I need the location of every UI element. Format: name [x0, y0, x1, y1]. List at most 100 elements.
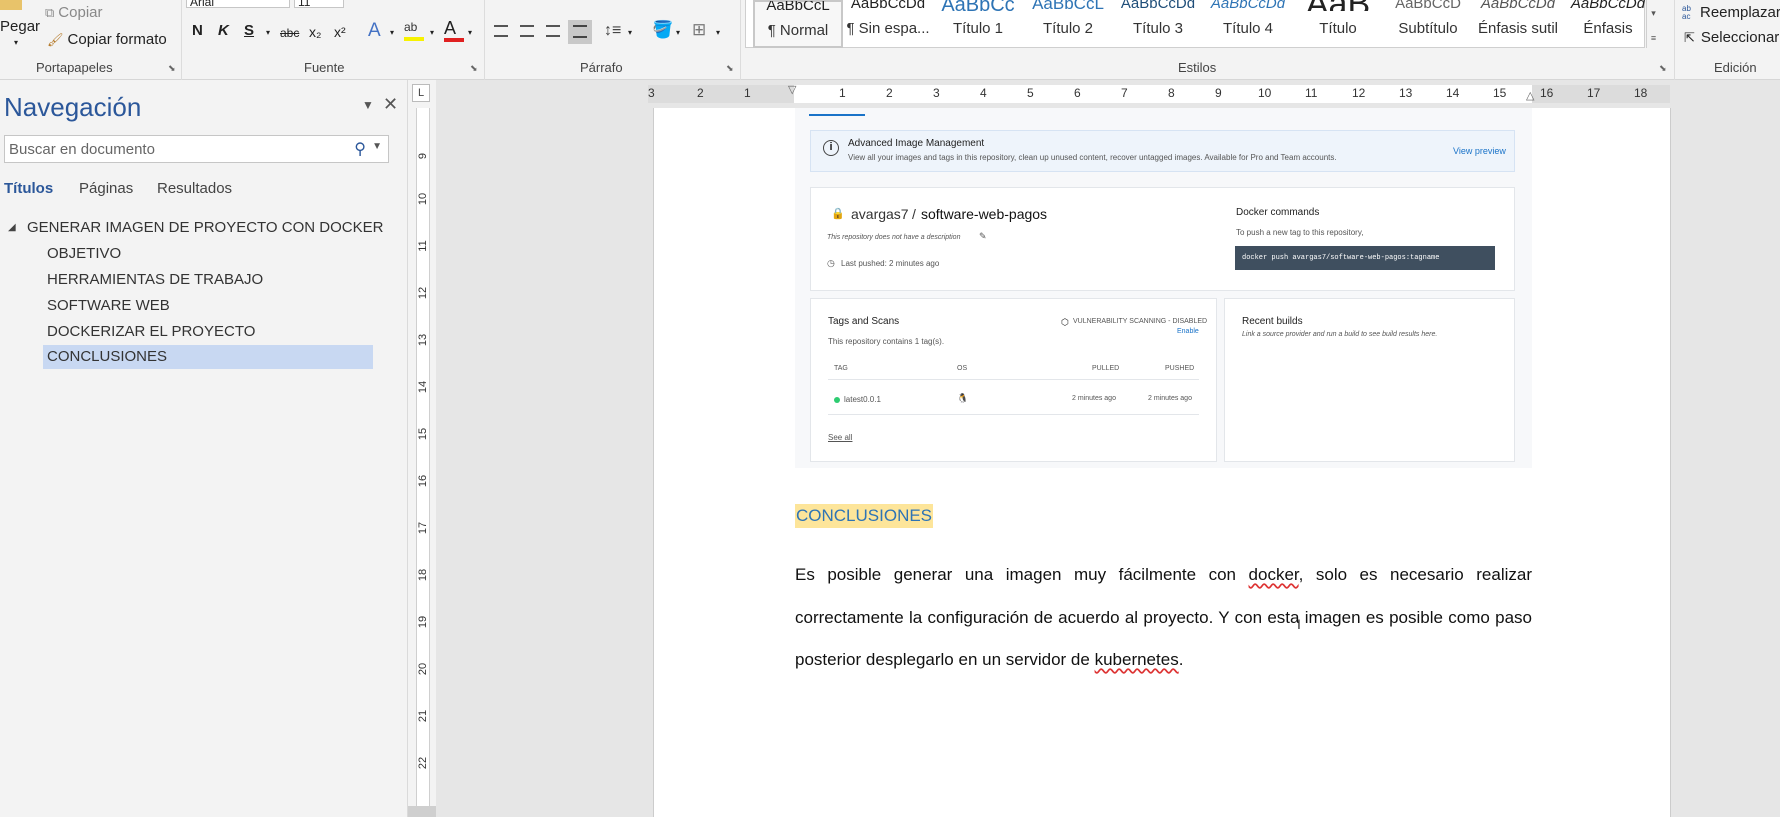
search-input[interactable]: Buscar en documento ⚲ ▼: [4, 135, 389, 163]
paste-button[interactable]: Pegar ▾: [0, 0, 40, 50]
shading-icon[interactable]: 🪣: [652, 20, 673, 40]
view-preview-link[interactable]: View preview: [1453, 146, 1506, 156]
style-preview: AaBbCc: [941, 0, 1015, 11]
font-name-select[interactable]: Arial: [186, 0, 290, 8]
edit-icon[interactable]: ✎: [979, 231, 987, 242]
style-subtitle[interactable]: AaBbCcD Subtítulo: [1383, 0, 1473, 48]
builds-text: Link a source provider and run a build t…: [1242, 331, 1438, 338]
line-spacing-icon[interactable]: ↕≡: [604, 22, 621, 40]
editing-group-label: Edición: [1714, 60, 1757, 75]
chevron-down-icon[interactable]: ▾: [1647, 8, 1660, 19]
chevron-down-icon[interactable]: ▾: [468, 28, 472, 37]
indent-marker-icon[interactable]: ▽: [788, 83, 796, 96]
enable-link[interactable]: Enable: [1177, 328, 1199, 335]
heading-item[interactable]: HERRAMIENTAS DE TRABAJO: [47, 271, 263, 288]
spelling-flag[interactable]: kubernetes: [1095, 650, 1179, 669]
chevron-down-icon[interactable]: ▾: [676, 28, 680, 37]
style-heading-3[interactable]: AaBbCcDd Título 3: [1113, 0, 1203, 48]
collapse-triangle-icon[interactable]: ◢: [8, 222, 16, 233]
tab-headings[interactable]: Títulos: [4, 180, 53, 197]
italic-button[interactable]: K: [218, 22, 229, 39]
conclusions-heading[interactable]: CONCLUSIONES: [795, 504, 934, 528]
style-heading-2[interactable]: AaBbCcL Título 2: [1023, 0, 1113, 48]
style-label: Título: [1319, 20, 1357, 37]
font-size-select[interactable]: 11: [294, 0, 344, 8]
info-banner: i Advanced Image Management View all you…: [810, 130, 1515, 172]
style-heading-4[interactable]: AaBbCcDd Título 4: [1203, 0, 1293, 48]
dialog-launcher-icon[interactable]: ⬊: [1659, 63, 1667, 74]
conclusion-paragraph[interactable]: Es posible generar una imagen muy fácilm…: [795, 554, 1532, 682]
more-styles-icon[interactable]: ≡: [1647, 33, 1660, 43]
dialog-launcher-icon[interactable]: ⬊: [168, 63, 176, 74]
borders-icon[interactable]: ⊞: [692, 20, 706, 40]
builds-card: Recent builds Link a source provider and…: [1224, 298, 1515, 462]
format-painter-button[interactable]: 🖌 Copiar formato: [47, 31, 167, 48]
chevron-down-icon[interactable]: ▼: [362, 98, 374, 112]
search-placeholder: Buscar en documento: [9, 141, 155, 158]
styles-scroll[interactable]: ▾ ≡: [1646, 0, 1660, 48]
copy-button[interactable]: ⧉ Copiar: [45, 4, 102, 21]
ruler-tick: 17: [1587, 86, 1601, 100]
dialog-launcher-icon[interactable]: ⬊: [470, 63, 478, 74]
heading-item[interactable]: GENERAR IMAGEN DE PROYECTO CON DOCKER: [27, 219, 383, 236]
heading-item-selected[interactable]: CONCLUSIONES: [43, 345, 373, 369]
style-normal[interactable]: AaBbCcL ¶ Normal: [753, 0, 843, 48]
heading-item[interactable]: SOFTWARE WEB: [47, 297, 170, 314]
font-color-icon[interactable]: A: [444, 18, 464, 42]
tag-value[interactable]: latest0.0.1: [844, 395, 881, 404]
ruler-tick: 21: [417, 709, 429, 723]
search-icon[interactable]: ⚲: [354, 139, 366, 159]
subscript-button[interactable]: x₂: [309, 24, 321, 40]
style-emphasis[interactable]: AaBbCcDd Énfasis: [1563, 0, 1653, 48]
status-dot-icon: [834, 397, 840, 403]
style-heading-1[interactable]: AaBbCc Título 1: [933, 0, 1023, 48]
chevron-down-icon[interactable]: ▾: [716, 28, 720, 37]
chevron-down-icon[interactable]: ▾: [430, 28, 434, 37]
tab-stop-selector[interactable]: L: [412, 84, 430, 102]
see-all-link[interactable]: See all: [828, 433, 852, 442]
heading-item[interactable]: DOCKERIZAR EL PROYECTO: [47, 323, 255, 340]
chevron-down-icon[interactable]: ▾: [628, 28, 632, 37]
style-no-spacing[interactable]: AaBbCcDd ¶ Sin espa...: [843, 0, 933, 48]
tab-pages[interactable]: Páginas: [79, 180, 133, 197]
spelling-flag[interactable]: docker: [1249, 565, 1299, 584]
clipboard-group-label: Portapapeles: [36, 60, 113, 75]
brush-icon: 🖌: [47, 31, 64, 47]
style-label: ¶ Normal: [767, 22, 829, 39]
style-title[interactable]: AaB Título: [1293, 0, 1383, 48]
col-pushed: PUSHED: [1165, 365, 1195, 372]
docker-command-box[interactable]: docker push avargas7/software-web-pagos:…: [1235, 246, 1495, 270]
bold-button[interactable]: N: [192, 22, 203, 39]
select-button[interactable]: ⇱ Seleccionar: [1684, 29, 1779, 46]
ruler-tick: 3: [933, 86, 940, 100]
align-right-icon[interactable]: [546, 25, 560, 37]
style-subtle-emphasis[interactable]: AaBbCcDd Énfasis sutil: [1473, 0, 1563, 48]
chevron-down-icon[interactable]: ▼: [372, 141, 382, 152]
right-indent-marker-icon[interactable]: △: [1526, 89, 1534, 102]
strikethrough-button[interactable]: abc: [280, 26, 299, 40]
align-left-icon[interactable]: [494, 25, 508, 37]
superscript-button[interactable]: x²: [334, 24, 346, 40]
highlight-color-icon[interactable]: ab: [404, 20, 424, 42]
replace-button[interactable]: ab ac Reemplazar: [1682, 4, 1780, 21]
justify-icon[interactable]: [568, 20, 592, 44]
underline-button[interactable]: S: [244, 22, 254, 39]
ruler-tick: 12: [417, 286, 429, 300]
ruler-tick: 12: [1352, 86, 1366, 100]
vertical-ruler: 9 10 11 12 13 14 15 16 17 18 19 20 21 22: [408, 80, 436, 817]
builds-title: Recent builds: [1242, 316, 1303, 327]
paste-label: Pegar: [0, 18, 41, 35]
dialog-launcher-icon[interactable]: ⬊: [726, 63, 734, 74]
style-label: Título 2: [1042, 20, 1094, 37]
close-icon[interactable]: ✕: [383, 94, 398, 115]
chevron-down-icon[interactable]: ▾: [390, 28, 394, 37]
text-effects-icon[interactable]: A: [368, 20, 381, 42]
heading-item[interactable]: OBJETIVO: [47, 245, 121, 262]
chevron-down-icon[interactable]: ▾: [266, 28, 270, 37]
tab-results[interactable]: Resultados: [157, 180, 232, 197]
align-center-icon[interactable]: [520, 25, 534, 37]
text-cursor-icon: I: [1297, 616, 1301, 632]
ruler-tick: 5: [1027, 86, 1034, 100]
style-label: Énfasis sutil: [1477, 20, 1559, 37]
ruler-tick: 22: [417, 756, 429, 770]
